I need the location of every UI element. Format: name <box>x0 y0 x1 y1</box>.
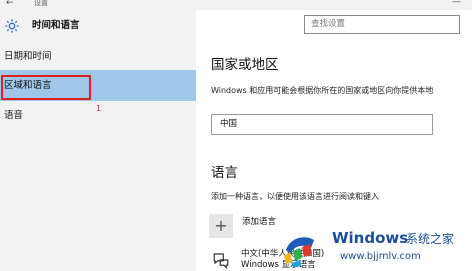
watermark-url: www.bjjmlv.com <box>340 251 421 262</box>
watermark-brand: Windows <box>332 229 409 247</box>
sidebar-item-date-time[interactable]: 日期和时间 <box>0 43 196 71</box>
region-heading: 国家或地区 <box>211 57 279 73</box>
search-input[interactable]: 查找设置 <box>304 15 460 34</box>
add-language-label: 添加语言 <box>242 217 277 227</box>
language-heading: 语言 <box>211 165 238 181</box>
title-bar: ← 设置 — <box>0 0 472 10</box>
sidebar-header: 时间和语言 <box>0 10 196 40</box>
region-description: Windows 和应用可能会根据你所在的国家或地区向你提供本地 <box>211 86 434 95</box>
settings-window: ← 设置 — 时间和语言 日期和时间 区域和语言 语音 1 查找设置 国家或地区… <box>0 0 472 271</box>
country-select[interactable]: 中国 <box>211 114 433 135</box>
language-description: 添加一种语言，以便使用该语言进行阅读和键入 <box>211 192 379 201</box>
country-value: 中国 <box>220 119 238 129</box>
watermark: Windows 系统之家 www.bjjmlv.com <box>278 224 472 271</box>
back-arrow-icon[interactable]: ← <box>6 0 14 9</box>
sidebar: 时间和语言 日期和时间 区域和语言 语音 1 <box>0 10 196 271</box>
plus-icon: + <box>209 214 233 238</box>
page-title: 时间和语言 <box>32 20 80 31</box>
search-placeholder: 查找设置 <box>311 19 346 29</box>
annotation-number: 1 <box>96 104 102 113</box>
gear-icon <box>5 19 19 33</box>
window-title: 设置 <box>34 0 48 7</box>
minimize-button[interactable]: — <box>452 0 461 7</box>
language-icon <box>213 253 229 269</box>
windows-logo-icon <box>284 237 314 268</box>
watermark-brand-cn: 系统之家 <box>406 232 455 246</box>
annotation-highlight-box <box>1 75 91 100</box>
